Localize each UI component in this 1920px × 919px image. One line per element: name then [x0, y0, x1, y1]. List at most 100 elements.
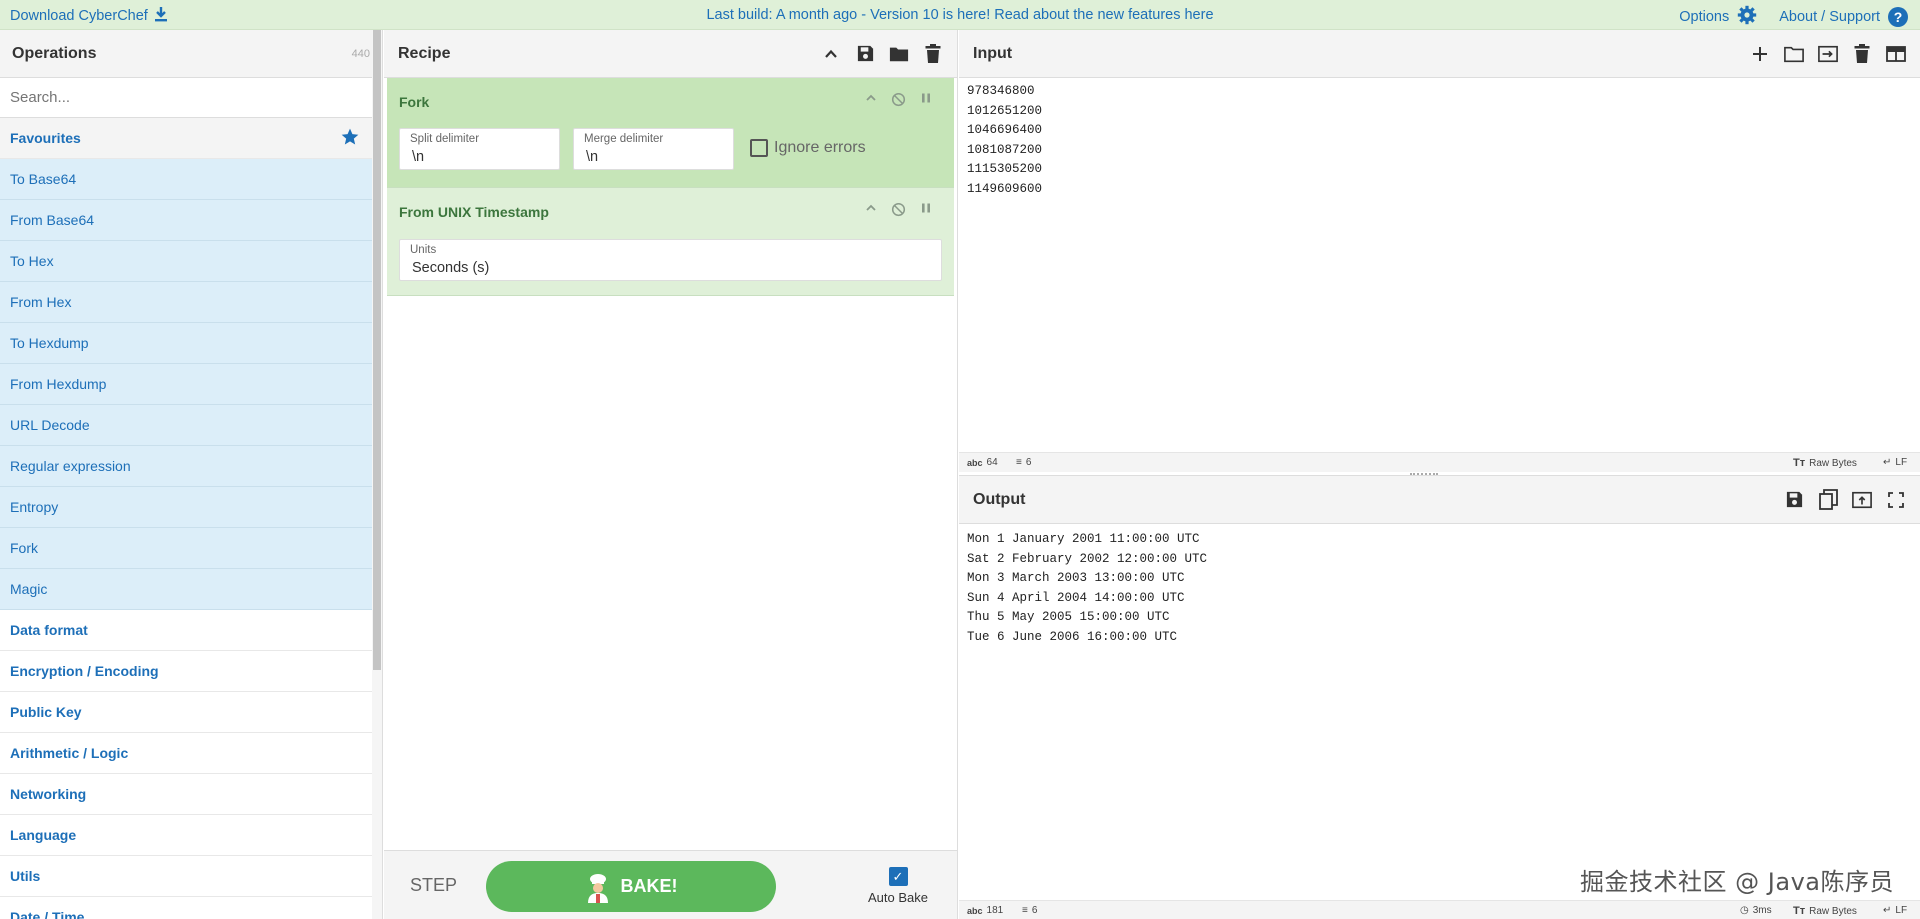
- category-label[interactable]: Data format: [10, 622, 88, 638]
- category-date-time[interactable]: Date / Time: [0, 897, 372, 919]
- operation-item[interactable]: Entropy: [0, 487, 372, 528]
- category-utils[interactable]: Utils: [0, 856, 372, 897]
- output-text[interactable]: Mon 1 January 2001 11:00:00 UTC Sat 2 Fe…: [967, 530, 1207, 647]
- scrollbar-thumb[interactable]: [373, 30, 381, 670]
- operation-item[interactable]: From Hex: [0, 282, 372, 323]
- search-input[interactable]: [10, 89, 372, 106]
- category-networking[interactable]: Networking: [0, 774, 372, 815]
- copy-icon[interactable]: [1818, 489, 1838, 510]
- category-label[interactable]: Language: [10, 827, 76, 843]
- eol-value[interactable]: LF: [1895, 905, 1907, 916]
- category-label[interactable]: Favourites: [10, 130, 81, 146]
- pause-icon[interactable]: [920, 92, 932, 110]
- category-data-format[interactable]: Data format: [0, 610, 372, 651]
- chef-icon[interactable]: [585, 873, 609, 903]
- replace-input-icon[interactable]: [1852, 490, 1872, 510]
- category-label[interactable]: Date / Time: [10, 909, 84, 919]
- open-folder-icon[interactable]: [1784, 44, 1804, 64]
- encoding-value[interactable]: Raw Bytes: [1809, 458, 1857, 469]
- operation-label[interactable]: Magic: [10, 581, 47, 597]
- chevron-up-icon[interactable]: [865, 92, 877, 110]
- operation-label[interactable]: Fork: [10, 540, 38, 556]
- open-file-icon[interactable]: [1818, 44, 1838, 64]
- operation-label[interactable]: To Hex: [10, 253, 54, 269]
- bake-button[interactable]: BAKE!: [486, 861, 776, 912]
- operation-item[interactable]: URL Decode: [0, 405, 372, 446]
- checkbox-checked-icon[interactable]: ✓: [888, 867, 908, 886]
- trash-icon[interactable]: [923, 44, 943, 64]
- operations-scrollbar[interactable]: [372, 30, 382, 919]
- field-value[interactable]: \n: [412, 149, 424, 165]
- chevron-up-icon[interactable]: [821, 44, 841, 64]
- folder-icon[interactable]: [889, 44, 909, 64]
- chevron-up-icon[interactable]: [865, 202, 877, 220]
- checkbox[interactable]: [750, 139, 768, 157]
- category-label[interactable]: Public Key: [10, 704, 82, 720]
- eol-value[interactable]: LF: [1895, 457, 1907, 468]
- category-encryption-encoding[interactable]: Encryption / Encoding: [0, 651, 372, 692]
- field-value[interactable]: Seconds (s): [412, 260, 489, 276]
- text-type-icon[interactable]: Tт: [1793, 457, 1805, 469]
- units-select[interactable]: Units Seconds (s): [399, 239, 942, 281]
- recipe-op-from-unix-timestamp[interactable]: From UNIX Timestamp Units Seconds (s): [387, 188, 954, 296]
- pause-icon[interactable]: [920, 202, 932, 220]
- maximize-icon[interactable]: [1886, 490, 1906, 510]
- operation-label[interactable]: From Base64: [10, 212, 94, 228]
- eol-selector[interactable]: ↵ LF: [1883, 457, 1907, 468]
- text-type-icon[interactable]: Tт: [1793, 905, 1805, 917]
- category-favourites[interactable]: Favourites: [0, 118, 372, 159]
- category-label[interactable]: Networking: [10, 786, 86, 802]
- operation-item[interactable]: To Base64: [0, 159, 372, 200]
- save-icon[interactable]: [1784, 490, 1804, 510]
- category-language[interactable]: Language: [0, 815, 372, 856]
- gear-icon[interactable]: [1737, 5, 1757, 29]
- input-textarea[interactable]: 978346800 1012651200 1046696400 10810872…: [967, 82, 1042, 199]
- return-arrow-icon[interactable]: ↵: [1883, 905, 1891, 916]
- operation-item[interactable]: To Hexdump: [0, 323, 372, 364]
- category-label[interactable]: Arithmetic / Logic: [10, 745, 128, 761]
- operation-label[interactable]: From Hex: [10, 294, 71, 310]
- operation-item[interactable]: From Hexdump: [0, 364, 372, 405]
- checkbox-label[interactable]: Ignore errors: [774, 139, 866, 157]
- about-support-label[interactable]: About / Support: [1779, 9, 1880, 25]
- layout-icon[interactable]: [1886, 44, 1906, 64]
- operation-label[interactable]: To Hexdump: [10, 335, 89, 351]
- operation-label[interactable]: Regular expression: [10, 458, 131, 474]
- operation-item[interactable]: From Base64: [0, 200, 372, 241]
- save-icon[interactable]: [855, 44, 875, 64]
- operation-item[interactable]: Fork: [0, 528, 372, 569]
- field-value[interactable]: \n: [586, 149, 598, 165]
- bake-label[interactable]: BAKE!: [621, 876, 678, 897]
- split-delimiter-field[interactable]: Split delimiter \n: [399, 128, 560, 170]
- recipe-op-fork[interactable]: Fork Split delimiter \n Merge delimiter …: [387, 78, 954, 188]
- add-tab-icon[interactable]: [1750, 44, 1770, 64]
- operation-label[interactable]: From Hexdump: [10, 376, 106, 392]
- operation-item[interactable]: Regular expression: [0, 446, 372, 487]
- category-label[interactable]: Encryption / Encoding: [10, 663, 159, 679]
- category-public-key[interactable]: Public Key: [0, 692, 372, 733]
- operation-label[interactable]: To Base64: [10, 171, 76, 187]
- encoding-value[interactable]: Raw Bytes: [1809, 906, 1857, 917]
- return-arrow-icon[interactable]: ↵: [1883, 457, 1891, 468]
- ignore-errors-checkbox[interactable]: Ignore errors: [750, 139, 866, 157]
- category-arithmetic-logic[interactable]: Arithmetic / Logic: [0, 733, 372, 774]
- star-icon[interactable]: [340, 127, 360, 150]
- step-button[interactable]: STEP: [410, 875, 457, 896]
- disable-icon[interactable]: [891, 92, 906, 110]
- options-label[interactable]: Options: [1679, 9, 1729, 25]
- operation-label[interactable]: URL Decode: [10, 417, 90, 433]
- encoding-selector[interactable]: Tт Raw Bytes: [1793, 905, 1857, 917]
- operation-item[interactable]: To Hex: [0, 241, 372, 282]
- disable-icon[interactable]: [891, 202, 906, 220]
- merge-delimiter-field[interactable]: Merge delimiter \n: [573, 128, 734, 170]
- operation-item[interactable]: Magic: [0, 569, 372, 610]
- eol-selector[interactable]: ↵ LF: [1883, 905, 1907, 916]
- trash-icon[interactable]: [1852, 44, 1872, 64]
- category-label[interactable]: Utils: [10, 868, 40, 884]
- auto-bake-label[interactable]: Auto Bake: [868, 890, 928, 905]
- operations-search[interactable]: [0, 78, 382, 118]
- build-notice-link[interactable]: Last build: A month ago - Version 10 is …: [0, 7, 1920, 23]
- help-icon[interactable]: ?: [1888, 7, 1908, 27]
- encoding-selector[interactable]: Tт Raw Bytes: [1793, 457, 1857, 469]
- auto-bake-toggle[interactable]: ✓ Auto Bake: [868, 867, 928, 905]
